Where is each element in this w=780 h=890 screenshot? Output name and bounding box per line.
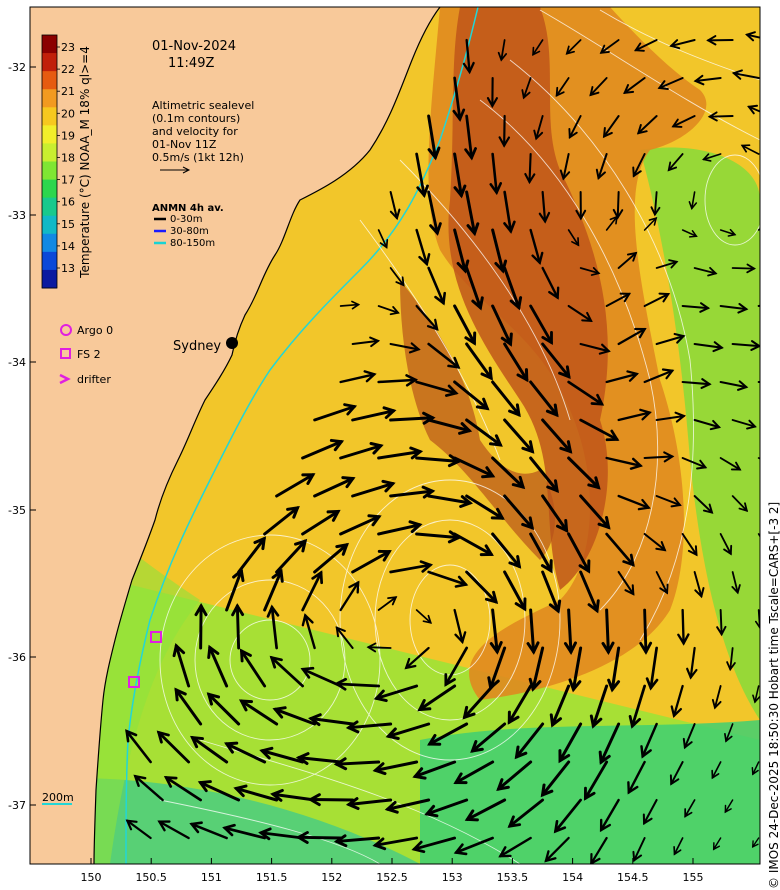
anmn-label-0-30: 0-30m [170,214,202,225]
longitude-tick-label: 155 [683,871,704,884]
velocity-arrow-head [769,459,776,466]
colorbar-segment [42,251,57,271]
colorbar-tick-label: 14 [61,240,75,253]
velocity-arrow [771,339,780,344]
colorbar-tick-label: 21 [61,85,75,98]
colorbar-segment [42,179,57,199]
colorbar-segment [42,71,57,90]
velocity-arrow-head [765,177,772,184]
longitude-tick-label: 154 [562,871,583,884]
velocity-arrow [681,608,685,645]
velocity-arrow [367,646,392,649]
altimetry-line-1: Altimetric sealevel [152,99,254,112]
altimetry-line-4: 01-Nov 11Z [152,138,217,151]
velocity-arrow [708,115,734,118]
colorbar-segment [42,197,57,217]
velocity-arrow [757,227,760,231]
velocity-arrow [719,609,723,636]
velocity-arrow [767,177,770,192]
velocity-arrow [297,835,343,840]
colorbar-segment [42,35,57,54]
velocity-arrow-head [776,378,780,386]
colorbar-segment [42,233,57,253]
longitude-tick-label: 151 [201,871,222,884]
map-time: 11:49Z [168,56,214,71]
sydney-marker [226,337,238,349]
city-label-sydney: Sydney [173,339,221,354]
colorbar-tick-label: 13 [61,262,75,275]
velocity-arrow [771,258,780,268]
anmn-label-80-150: 80-150m [170,238,215,249]
colorbar-tick-label: 17 [61,174,75,187]
latitude-tick-label: -32 [8,61,26,74]
colorbar-tick-label: 20 [61,107,75,120]
colorbar-tick-label: 22 [61,63,75,76]
velocity-arrow-head [765,220,772,226]
latitude-tick-label: -35 [8,504,26,517]
isobath-label: 200m [42,791,74,804]
altimetry-line-2: (0.1m contours) [152,112,240,125]
latitude-tick-label: -34 [8,356,26,369]
colorbar-segment [42,215,57,235]
velocity-arrow [616,191,620,219]
latitude-tick-label: -36 [8,651,26,664]
colorbar-tick-label: 15 [61,218,75,231]
velocity-arrow [235,604,241,650]
fs-legend-label: FS 2 [77,348,101,361]
velocity-arrow-head [775,299,780,307]
velocity-arrow [731,267,756,270]
colorbar-segment [42,53,57,72]
altimetry-line-3: and velocity for [152,125,238,138]
colorbar-segment [42,161,57,181]
argo-legend-label: Argo 0 [77,324,113,337]
map-date: 01-Nov-2024 [152,39,236,54]
longitude-tick-label: 154.5 [617,871,649,884]
anmn-legend-title: ANMN 4h av. [152,203,224,214]
map-panel [30,7,780,864]
velocity-arrow [757,304,760,307]
sst-map-figure: 23 22 21 20 19 18 17 16 15 14 13 Temperature (°C) … [8,6,780,889]
colorbar-tick-label: 18 [61,152,75,165]
latitude-tick-label: -33 [8,209,26,222]
latitude-tick-label: -37 [8,799,26,812]
velocity-arrow [528,152,532,184]
longitude-tick-label: 152.5 [376,871,408,884]
colorbar-segment [42,89,57,108]
colorbar-segment [42,269,57,289]
longitude-tick-label: 151.5 [256,871,288,884]
longitude-tick-label: 153 [442,871,463,884]
longitude-tick-label: 150.5 [135,871,167,884]
credit-text: © IMOS 24-Dec-2025 18:50:30 Hobart time … [767,502,780,889]
colorbar-segment [42,125,57,144]
velocity-arrow [605,608,610,654]
colorbar-tick-label: 23 [61,41,75,54]
longitude-tick-label: 153.5 [497,871,529,884]
colorbar-label: Temperature (°C) NOAA_M 18% ql>=4 [78,46,92,279]
longitude-tick-label: 150 [81,871,102,884]
longitude-tick-label: 152 [321,871,342,884]
velocity-arrow [757,457,760,460]
colorbar-tick-label: 19 [61,129,75,142]
altimetry-line-5: 0.5m/s (1kt 12h) [152,151,244,164]
velocity-arrow [643,608,648,654]
colorbar-tick-label: 16 [61,196,75,209]
velocity-arrow [771,420,780,421]
colorbar-segment [42,107,57,126]
anmn-label-30-80: 30-80m [170,226,209,237]
drifter-legend-label: drifter [77,373,111,386]
colorbar-segment [42,143,57,162]
